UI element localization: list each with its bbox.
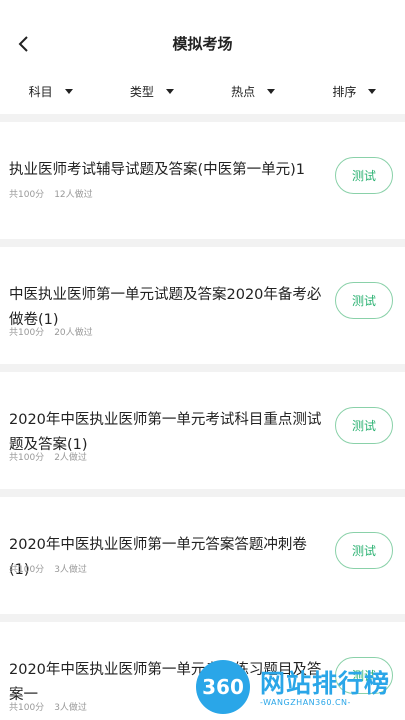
- exam-count: 20人做过: [54, 328, 93, 338]
- watermark: 360 网站排行榜 -WANGZHAN360.CN-: [196, 658, 405, 718]
- page-title: 模拟考场: [172, 35, 233, 53]
- exam-title: 执业医师考试辅导试题及答案(中医第一单元)1: [9, 162, 306, 178]
- divider: [0, 114, 405, 122]
- exam-list: 执业医师考试辅导试题及答案(中医第一单元)1 共100分 12人做过 测试 中医…: [0, 114, 405, 720]
- exam-score: 共100分: [9, 328, 45, 338]
- exam-meta: 共100分 12人做过: [9, 187, 93, 200]
- filter-bar: 科目 类型 热点 排序: [0, 78, 405, 104]
- caret-down-icon: [368, 88, 377, 94]
- list-item[interactable]: 2020年中医执业医师第一单元考试科目重点测试题及答案(1) 共100分 2人做…: [0, 372, 405, 489]
- exam-count: 2人做过: [54, 453, 87, 463]
- watermark-subtext: -WANGZHAN360.CN-: [260, 698, 351, 707]
- filter-sort[interactable]: 排序: [304, 78, 405, 104]
- filter-subject[interactable]: 科目: [0, 78, 101, 104]
- test-button[interactable]: 测试: [335, 532, 393, 569]
- exam-meta: 共100分 3人做过: [9, 700, 87, 713]
- exam-count: 3人做过: [54, 565, 87, 575]
- caret-down-icon: [267, 88, 276, 94]
- list-item[interactable]: 执业医师考试辅导试题及答案(中医第一单元)1 共100分 12人做过 测试: [0, 122, 405, 239]
- exam-score: 共100分: [9, 190, 45, 200]
- exam-score: 共100分: [9, 453, 45, 463]
- exam-count: 12人做过: [54, 190, 93, 200]
- watermark-logo: 360: [196, 660, 250, 714]
- exam-meta: 共100分 20人做过: [9, 325, 93, 338]
- filter-label: 热点: [231, 84, 256, 99]
- list-item[interactable]: 中医执业医师第一单元试题及答案2020年备考必做卷(1) 共100分 20人做过…: [0, 247, 405, 364]
- test-button[interactable]: 测试: [335, 282, 393, 319]
- divider: [0, 489, 405, 497]
- caret-down-icon: [165, 88, 174, 94]
- watermark-text: 网站排行榜: [260, 669, 391, 698]
- test-button[interactable]: 测试: [335, 407, 393, 444]
- filter-type[interactable]: 类型: [101, 78, 202, 104]
- exam-meta: 共100分 2人做过: [9, 450, 87, 463]
- list-item[interactable]: 2020年中医执业医师第一单元答案答题冲刺卷(1) 共100分 3人做过 测试: [0, 497, 405, 614]
- filter-label: 排序: [332, 84, 357, 99]
- divider: [0, 614, 405, 622]
- exam-meta: 共100分 3人做过: [9, 562, 87, 575]
- caret-down-icon: [64, 88, 73, 94]
- exam-count: 3人做过: [54, 703, 87, 713]
- divider: [0, 239, 405, 247]
- top-bar: 模拟考场: [0, 0, 405, 88]
- filter-hot[interactable]: 热点: [203, 78, 304, 104]
- divider: [0, 364, 405, 372]
- filter-label: 类型: [129, 84, 154, 99]
- test-button[interactable]: 测试: [335, 157, 393, 194]
- exam-score: 共100分: [9, 565, 45, 575]
- exam-title: 2020年中医执业医师第一单元答案答题冲刺卷(1): [9, 537, 307, 578]
- exam-score: 共100分: [9, 703, 45, 713]
- filter-label: 科目: [28, 84, 53, 99]
